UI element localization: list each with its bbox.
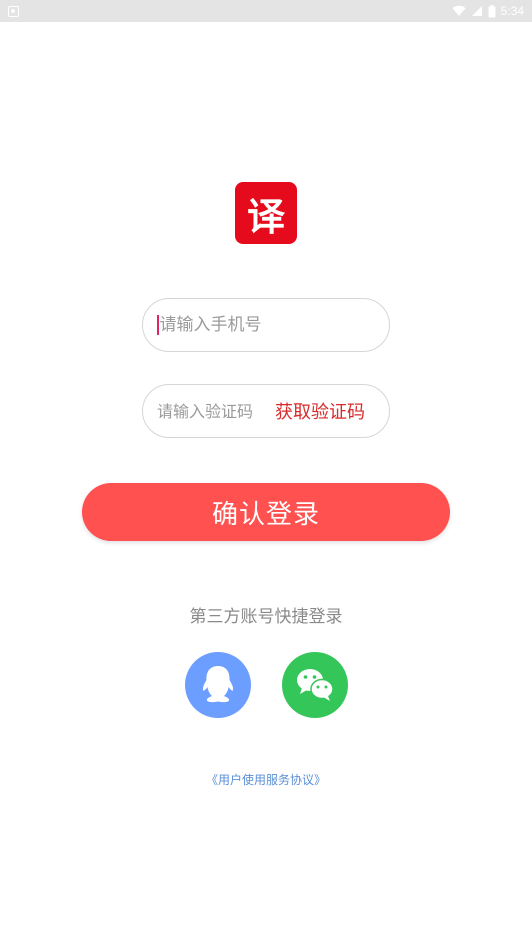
text-cursor [157,315,159,335]
status-time: 5:34 [500,4,524,18]
wechat-login-button[interactable] [282,652,348,718]
user-agreement-link[interactable]: 《用户使用服务协议》 [0,771,532,788]
status-bar: 5:34 [0,0,532,22]
phone-field[interactable] [142,298,390,352]
battery-icon [488,4,496,17]
qq-login-button[interactable] [185,652,251,718]
phone-input[interactable] [159,315,377,335]
app-logo: 译 [235,182,297,244]
verification-code-input[interactable] [157,401,269,421]
notification-icon [8,5,19,17]
login-screen: 5:34 译 获取验证码 确认登录 第三方账号快捷登录 《用户使用服务协议》 [0,0,532,946]
signal-icon [471,6,482,16]
get-code-button[interactable]: 获取验证码 [275,398,365,424]
wechat-icon [297,669,334,701]
qq-icon [202,666,234,703]
third-party-login-label: 第三方账号快捷登录 [189,607,343,627]
code-field[interactable]: 获取验证码 [142,384,390,438]
confirm-login-button[interactable]: 确认登录 [82,483,450,541]
wifi-icon [452,5,466,17]
